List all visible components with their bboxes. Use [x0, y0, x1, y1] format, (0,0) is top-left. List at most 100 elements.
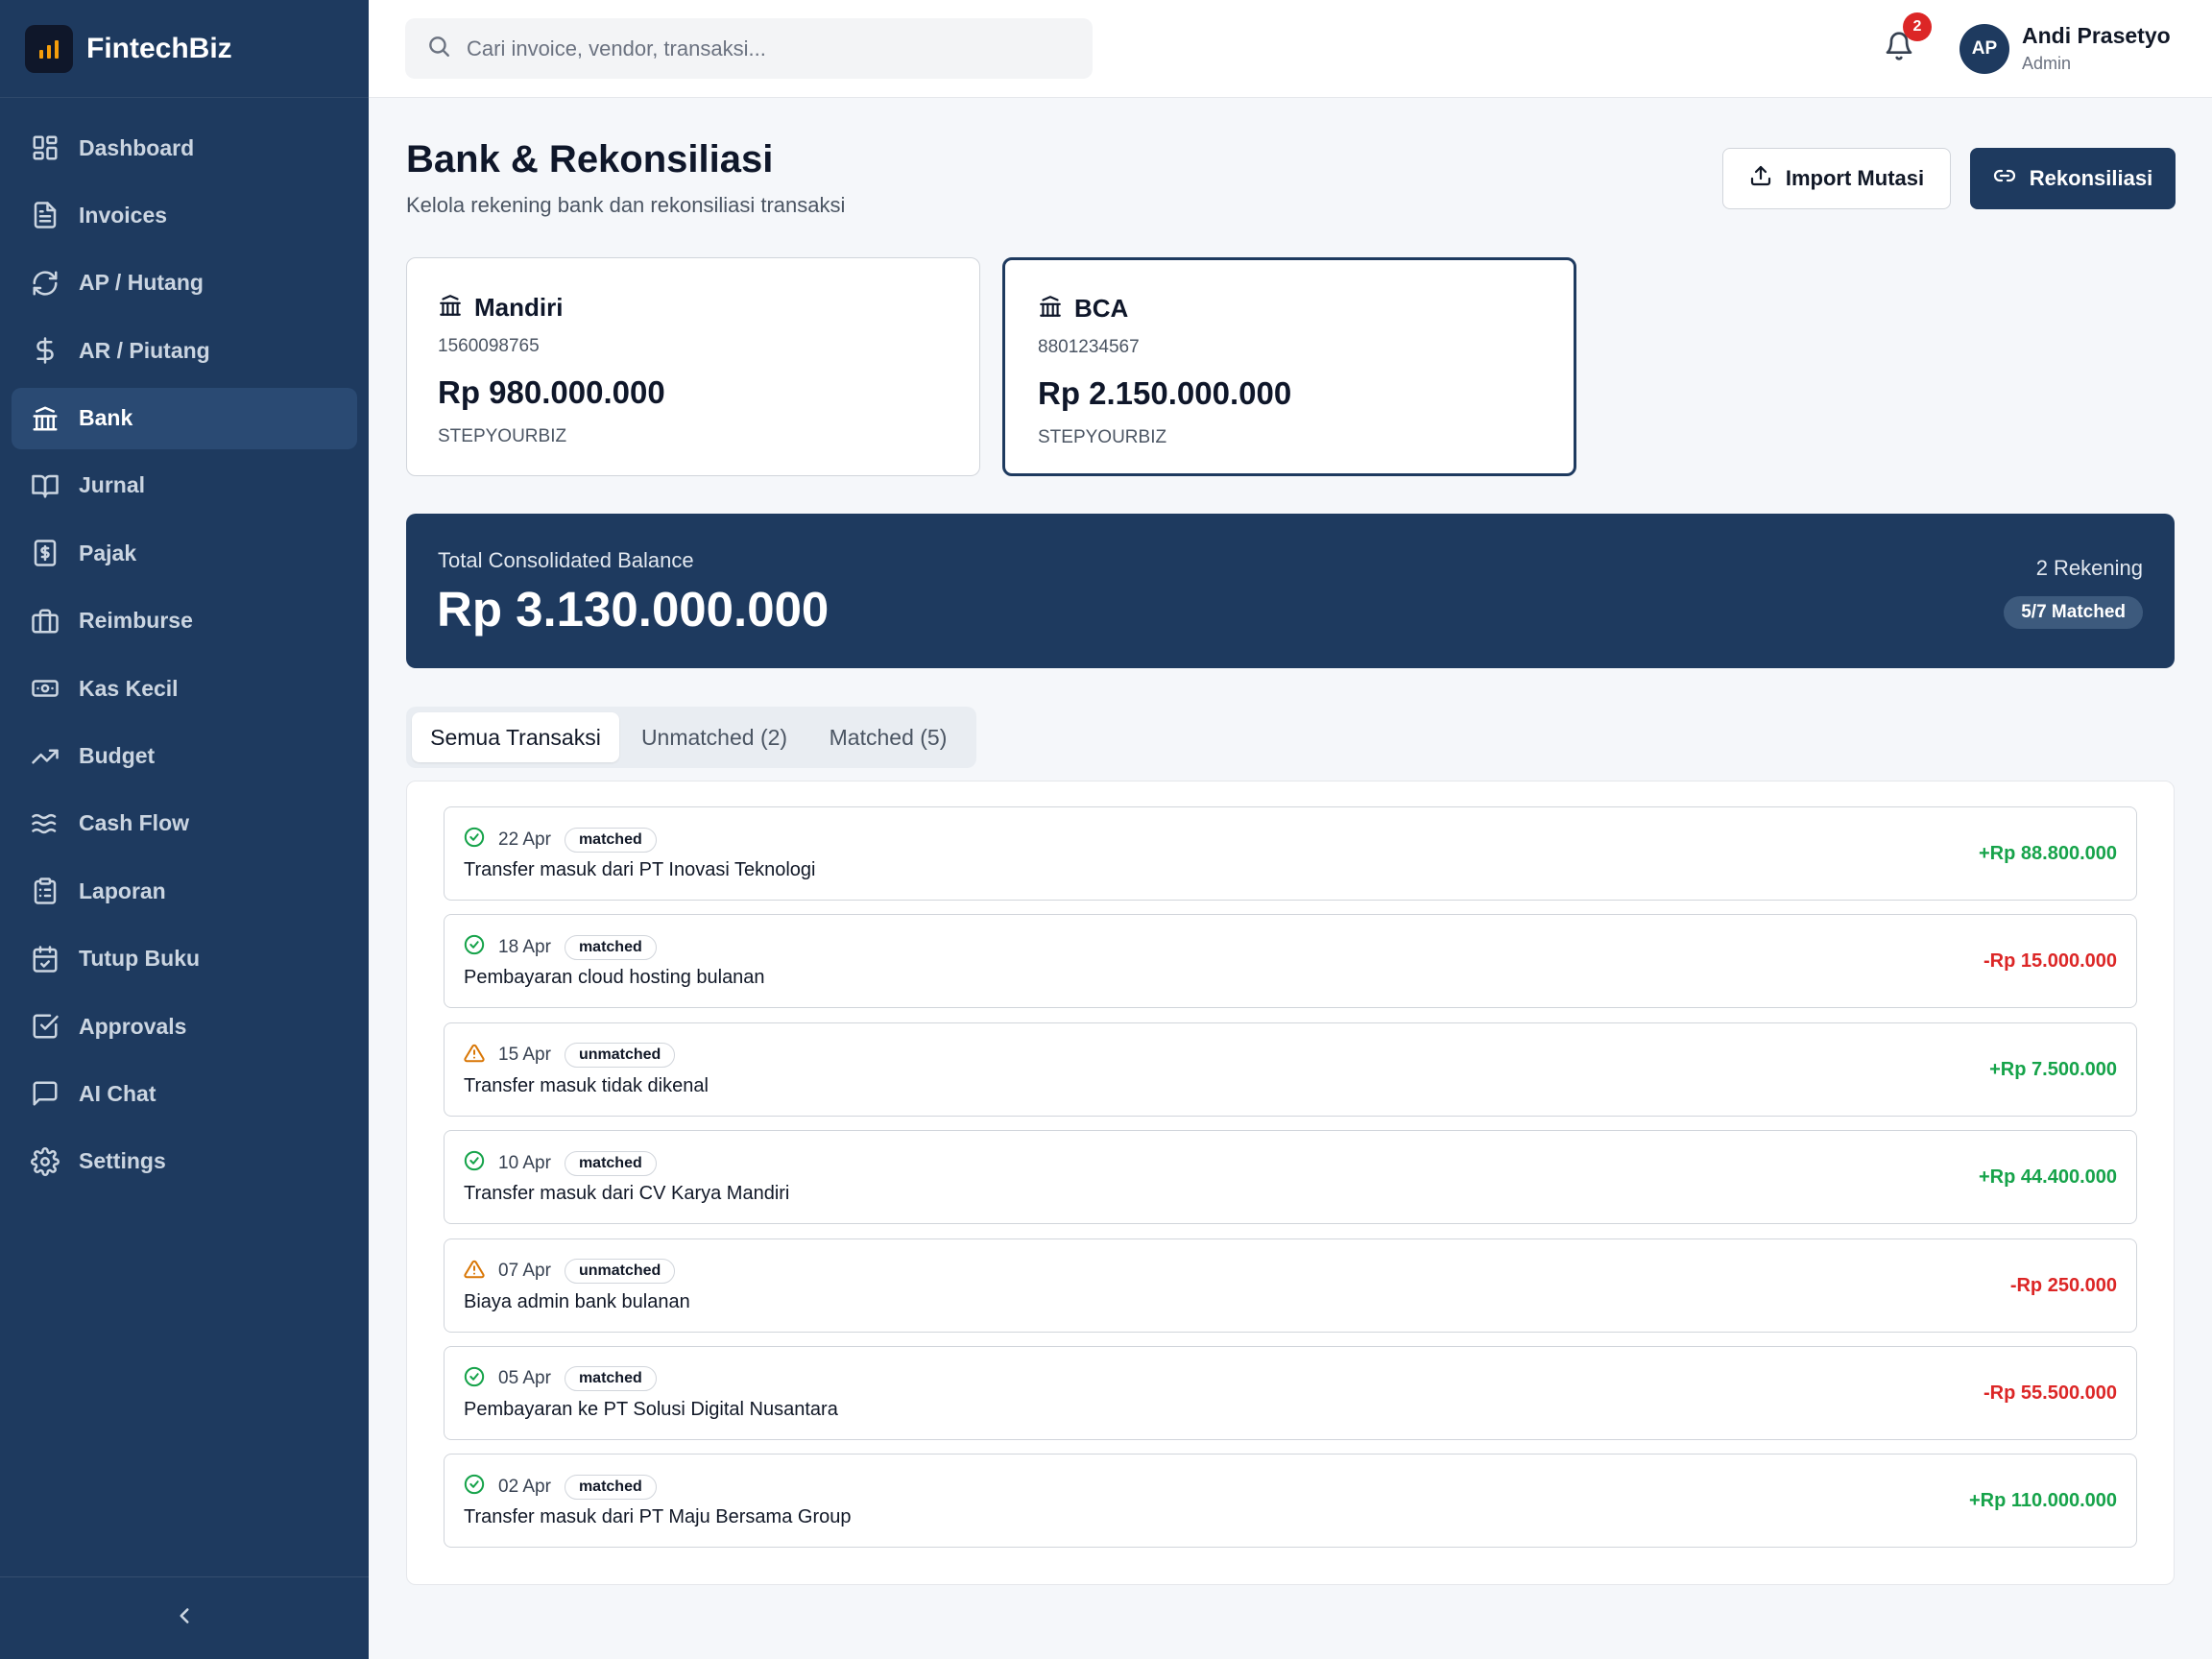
- check-circle-icon: [464, 827, 498, 853]
- chat-icon: [31, 1079, 60, 1108]
- check-circle-icon: [464, 934, 498, 960]
- account-number: 1560098765: [438, 336, 540, 356]
- account-balance: Rp 2.150.000.000: [1038, 375, 1292, 411]
- transaction-row[interactable]: 18 Apr matched Pembayaran cloud hosting …: [444, 914, 2137, 1009]
- sidebar-item-cash-flow[interactable]: Cash Flow: [12, 793, 357, 854]
- account-card-mandiri[interactable]: Mandiri 1560098765 Rp 980.000.000 STEPYO…: [406, 257, 980, 476]
- sidebar-item-budget[interactable]: Budget: [12, 726, 357, 787]
- sidebar-item-label: Settings: [79, 1148, 166, 1174]
- transaction-description: Transfer masuk dari PT Inovasi Teknologi: [464, 859, 816, 880]
- consolidated-total: Rp 3.130.000.000: [437, 582, 830, 637]
- briefcase-icon: [31, 607, 60, 636]
- account-name: Mandiri: [474, 293, 564, 322]
- sidebar-item-reimburse[interactable]: Reimburse: [12, 590, 357, 652]
- transaction-row[interactable]: 05 Apr matched Pembayaran ke PT Solusi D…: [444, 1345, 2137, 1440]
- transaction-date: 07 Apr: [498, 1261, 551, 1282]
- calendar-check-icon: [31, 945, 60, 974]
- sidebar-item-laporan[interactable]: Laporan: [12, 860, 357, 922]
- sidebar-collapse-button[interactable]: [0, 1576, 369, 1659]
- transaction-description: Transfer masuk dari CV Karya Mandiri: [464, 1183, 790, 1205]
- transaction-amount: +Rp 88.800.000: [1979, 843, 2117, 864]
- link-icon: [1993, 164, 2030, 193]
- sidebar-item-ai-chat[interactable]: AI Chat: [12, 1063, 357, 1124]
- avatar[interactable]: AP: [1960, 24, 2009, 74]
- sidebar-item-label: Bank: [79, 405, 133, 431]
- account-holder: STEPYOURBIZ: [1038, 427, 1167, 447]
- receipt-icon: [31, 539, 60, 567]
- search-bar[interactable]: [405, 18, 1093, 79]
- user-name[interactable]: Andi Prasetyo: [2022, 23, 2171, 49]
- warning-triangle-icon: [464, 1043, 498, 1069]
- rekonsiliasi-button[interactable]: Rekonsiliasi: [1970, 148, 2176, 209]
- transaction-date: 05 Apr: [498, 1368, 551, 1389]
- notification-badge: 2: [1903, 12, 1932, 41]
- sidebar-item-label: AI Chat: [79, 1080, 156, 1106]
- clipboard-icon: [31, 877, 60, 905]
- book-icon: [31, 471, 60, 500]
- transaction-row[interactable]: 22 Apr matched Transfer masuk dari PT In…: [444, 806, 2137, 901]
- tab-semua-transaksi[interactable]: Semua Transaksi: [412, 712, 619, 762]
- chevron-left-icon: [172, 1603, 197, 1633]
- bank-icon: [31, 404, 60, 433]
- transaction-row[interactable]: 02 Apr matched Transfer masuk dari PT Ma…: [444, 1454, 2137, 1549]
- check-circle-icon: [464, 1150, 498, 1176]
- transactions-panel: 22 Apr matched Transfer masuk dari PT In…: [406, 781, 2175, 1585]
- sidebar-item-tutup-buku[interactable]: Tutup Buku: [12, 928, 357, 990]
- transaction-amount: -Rp 15.000.000: [1984, 950, 2117, 973]
- sidebar-item-invoices[interactable]: Invoices: [12, 184, 357, 246]
- sidebar-item-label: Approvals: [79, 1013, 187, 1039]
- bank-icon: [438, 293, 474, 323]
- sidebar-item-label: Jurnal: [79, 472, 146, 498]
- tab-matched[interactable]: Matched (5): [809, 712, 967, 762]
- transaction-description: Transfer masuk tidak dikenal: [464, 1074, 709, 1096]
- cash-icon: [31, 674, 60, 703]
- dollar-icon: [31, 336, 60, 365]
- account-card-bca[interactable]: BCA 8801234567 Rp 2.150.000.000 STEPYOUR…: [1002, 257, 1576, 476]
- sidebar-item-dashboard[interactable]: Dashboard: [12, 117, 357, 179]
- sidebar-nav: Dashboard Invoices AP / Hutang AR / Piut…: [0, 98, 369, 1192]
- refresh-icon: [31, 269, 60, 298]
- tab-unmatched[interactable]: Unmatched (2): [619, 712, 809, 762]
- sidebar-item-ap-hutang[interactable]: AP / Hutang: [12, 252, 357, 314]
- bank-icon: [1038, 294, 1074, 324]
- sidebar-item-bank[interactable]: Bank: [12, 387, 357, 449]
- sidebar-item-jurnal[interactable]: Jurnal: [12, 455, 357, 517]
- consolidated-balance-banner: Total Consolidated Balance Rp 3.130.000.…: [406, 514, 2175, 668]
- transaction-date: 10 Apr: [498, 1152, 551, 1173]
- brand[interactable]: FintechBiz: [0, 0, 369, 98]
- transaction-amount: -Rp 55.500.000: [1984, 1382, 2117, 1404]
- sidebar-item-kas-kecil[interactable]: Kas Kecil: [12, 658, 357, 719]
- dashboard-icon: [31, 133, 60, 162]
- status-badge: unmatched: [564, 1259, 676, 1285]
- sidebar-item-label: Cash Flow: [79, 810, 190, 836]
- check-circle-icon: [464, 1366, 498, 1392]
- status-badge: unmatched: [564, 1043, 676, 1069]
- check-square-icon: [31, 1012, 60, 1041]
- sidebar-item-pajak[interactable]: Pajak: [12, 522, 357, 584]
- transaction-amount: +Rp 7.500.000: [1989, 1058, 2117, 1080]
- trending-up-icon: [31, 742, 60, 771]
- search-input[interactable]: [467, 36, 1062, 61]
- account-count: 2 Rekening: [2035, 556, 2143, 580]
- sidebar-item-settings[interactable]: Settings: [12, 1131, 357, 1192]
- transaction-row[interactable]: 10 Apr matched Transfer masuk dari CV Ka…: [444, 1130, 2137, 1225]
- sidebar-item-label: Kas Kecil: [79, 675, 179, 701]
- account-balance: Rp 980.000.000: [438, 374, 665, 410]
- page-subtitle: Kelola rekening bank dan rekonsiliasi tr…: [406, 193, 846, 217]
- transaction-row[interactable]: 07 Apr unmatched Biaya admin bank bulana…: [444, 1238, 2137, 1333]
- sidebar-item-ar-piutang[interactable]: AR / Piutang: [12, 320, 357, 381]
- transaction-amount: +Rp 110.000.000: [1968, 1490, 2117, 1512]
- sidebar-item-label: Invoices: [79, 202, 168, 228]
- check-circle-icon: [464, 1474, 498, 1500]
- transaction-description: Biaya admin bank bulanan: [464, 1290, 690, 1312]
- import-mutasi-label: Import Mutasi: [1785, 166, 1925, 190]
- sidebar-item-label: Pajak: [79, 540, 137, 565]
- transaction-date: 02 Apr: [498, 1476, 551, 1497]
- sidebar-item-label: Reimburse: [79, 608, 193, 634]
- sidebar-item-approvals[interactable]: Approvals: [12, 996, 357, 1057]
- transaction-row[interactable]: 15 Apr unmatched Transfer masuk tidak di…: [444, 1022, 2137, 1117]
- transaction-amount: -Rp 250.000: [2009, 1274, 2117, 1296]
- import-mutasi-button[interactable]: Import Mutasi: [1722, 148, 1951, 209]
- status-badge: matched: [564, 934, 657, 960]
- warning-triangle-icon: [464, 1259, 498, 1285]
